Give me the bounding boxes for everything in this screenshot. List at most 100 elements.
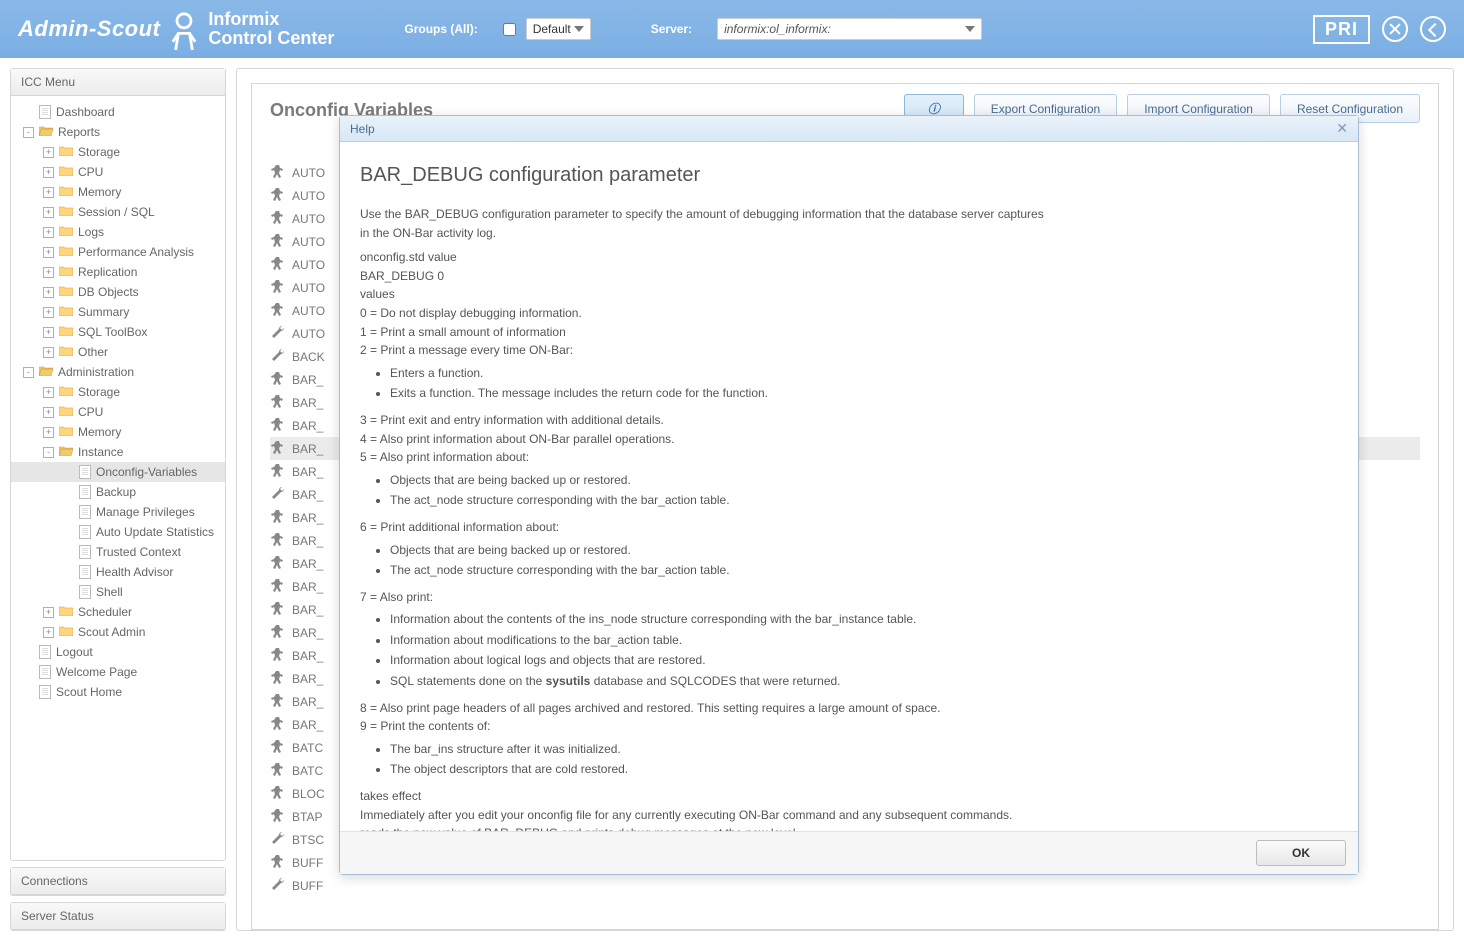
nav-item-shell[interactable]: Shell <box>11 582 225 602</box>
nav-item-dashboard[interactable]: Dashboard <box>11 102 225 122</box>
expand-toggle[interactable]: + <box>43 307 54 318</box>
runner-icon <box>270 853 292 872</box>
nav-item-health-advisor[interactable]: Health Advisor <box>11 562 225 582</box>
help-te3: reads the new value of BAR_DEBUG and pri… <box>360 824 1338 831</box>
expand-toggle[interactable]: + <box>43 147 54 158</box>
connections-header[interactable]: Connections <box>11 868 225 895</box>
runner-icon <box>270 646 292 665</box>
nav-item-backup[interactable]: Backup <box>11 482 225 502</box>
expand-toggle[interactable]: + <box>43 227 54 238</box>
help-v5-li2: The act_node structure corresponding wit… <box>390 491 1338 510</box>
help-intro2: in the ON-Bar activity log. <box>360 224 1338 243</box>
help-te1: takes effect <box>360 787 1338 806</box>
help-modal-footer: OK <box>340 831 1358 874</box>
help-v7-li2: Information about modifications to the b… <box>390 631 1338 650</box>
nav-item-trusted-context[interactable]: Trusted Context <box>11 542 225 562</box>
nav-tree: Dashboard-Reports+Storage+CPU+Memory+Ses… <box>11 96 225 860</box>
nav-item-summary[interactable]: +Summary <box>11 302 225 322</box>
onconfig-var-row[interactable]: BUFF <box>270 874 1420 897</box>
nav-item-scout-home[interactable]: Scout Home <box>11 682 225 702</box>
nav-item-replication[interactable]: +Replication <box>11 262 225 282</box>
close-icon[interactable]: ✕ <box>1336 120 1348 137</box>
nav-item-instance[interactable]: -Instance <box>11 442 225 462</box>
nav-item-welcome-page[interactable]: Welcome Page <box>11 662 225 682</box>
groups-select[interactable]: Default <box>526 18 591 40</box>
help-v7: 7 = Also print: <box>360 588 1338 607</box>
ok-button[interactable]: OK <box>1256 840 1346 866</box>
nav-item-scheduler[interactable]: +Scheduler <box>11 602 225 622</box>
nav-item-session-sql[interactable]: +Session / SQL <box>11 202 225 222</box>
page-icon <box>39 105 51 119</box>
runner-icon <box>270 439 292 458</box>
expand-toggle[interactable]: + <box>43 287 54 298</box>
nav-item-storage[interactable]: + Storage <box>11 382 225 402</box>
folder-icon <box>59 385 78 399</box>
nav-item-memory[interactable]: +Memory <box>11 422 225 442</box>
groups-checkbox[interactable] <box>503 23 516 36</box>
expand-toggle[interactable]: + <box>43 267 54 278</box>
nav-item-other[interactable]: +Other <box>11 342 225 362</box>
nav-item-memory[interactable]: +Memory <box>11 182 225 202</box>
nav-item-label: Scout Home <box>56 685 122 699</box>
nav-item-manage-privileges[interactable]: Manage Privileges <box>11 502 225 522</box>
server-status-header[interactable]: Server Status <box>11 903 225 930</box>
nav-item-scout-admin[interactable]: +Scout Admin <box>11 622 225 642</box>
expand-toggle[interactable]: + <box>43 627 54 638</box>
help-v1: 1 = Print a small amount of information <box>360 323 1338 342</box>
folder-icon <box>59 225 78 239</box>
page-icon <box>79 465 91 479</box>
onconfig-var-label: BUFF <box>292 879 323 893</box>
expand-toggle[interactable]: + <box>43 347 54 358</box>
help-v3: 3 = Print exit and entry information wit… <box>360 411 1338 430</box>
nav-item-logout[interactable]: Logout <box>11 642 225 662</box>
nav-item-storage[interactable]: +Storage <box>11 142 225 162</box>
onconfig-var-label: BAR_ <box>292 488 323 502</box>
nav-item-label: SQL ToolBox <box>78 325 147 339</box>
nav-item-onconfig-variables[interactable]: Onconfig-Variables <box>11 462 225 482</box>
expand-toggle[interactable]: - <box>43 447 54 458</box>
help-v9: 9 = Print the contents of: <box>360 717 1338 736</box>
runner-icon <box>270 255 292 274</box>
nav-item-label: DB Objects <box>78 285 139 299</box>
nav-item-cpu[interactable]: + CPU <box>11 402 225 422</box>
expand-toggle[interactable]: + <box>43 167 54 178</box>
help-modal-body: BAR_DEBUG configuration parameter Use th… <box>340 142 1358 831</box>
nav-item-logs[interactable]: +Logs <box>11 222 225 242</box>
expand-toggle[interactable]: + <box>43 327 54 338</box>
folder-open-icon <box>59 445 78 459</box>
page-icon <box>79 485 91 499</box>
nav-item-label: CPU <box>78 165 103 179</box>
nav-item-sql-toolbox[interactable]: + SQL ToolBox <box>11 322 225 342</box>
nav-item-db-objects[interactable]: + DB Objects <box>11 282 225 302</box>
help-v6-li1: Objects that are being backed up or rest… <box>390 541 1338 560</box>
runner-icon <box>270 393 292 412</box>
nav-item-auto-update-statistics[interactable]: Auto Update Statistics <box>11 522 225 542</box>
nav-item-performance-analysis[interactable]: +Performance Analysis <box>11 242 225 262</box>
expand-toggle[interactable]: + <box>43 427 54 438</box>
folder-icon <box>59 265 78 279</box>
nav-item-reports[interactable]: -Reports <box>11 122 225 142</box>
icc-menu-header[interactable]: ICC Menu <box>11 69 225 96</box>
nav-item-administration[interactable]: -Administration <box>11 362 225 382</box>
runner-icon <box>270 508 292 527</box>
nav-item-label: CPU <box>78 405 103 419</box>
disconnect-icon[interactable] <box>1382 16 1408 42</box>
expand-toggle[interactable]: + <box>43 607 54 618</box>
back-icon[interactable] <box>1420 16 1446 42</box>
expand-toggle[interactable]: + <box>43 207 54 218</box>
expand-toggle[interactable]: + <box>43 387 54 398</box>
expand-toggle[interactable]: + <box>43 407 54 418</box>
expand-toggle[interactable]: - <box>23 127 34 138</box>
expand-toggle[interactable]: + <box>43 187 54 198</box>
nav-item-label: Storage <box>78 385 120 399</box>
expand-toggle[interactable]: + <box>43 247 54 258</box>
server-select[interactable]: informix:ol_informix: <box>717 18 982 40</box>
folder-open-icon <box>39 125 58 139</box>
expand-toggle[interactable]: - <box>23 367 34 378</box>
nav-item-cpu[interactable]: + CPU <box>11 162 225 182</box>
runner-icon <box>270 784 292 803</box>
onconfig-var-label: BAR_ <box>292 695 323 709</box>
server-status-panel: Server Status <box>10 902 226 931</box>
wrench-icon <box>270 324 292 343</box>
help-modal-header[interactable]: Help ✕ <box>340 116 1358 142</box>
